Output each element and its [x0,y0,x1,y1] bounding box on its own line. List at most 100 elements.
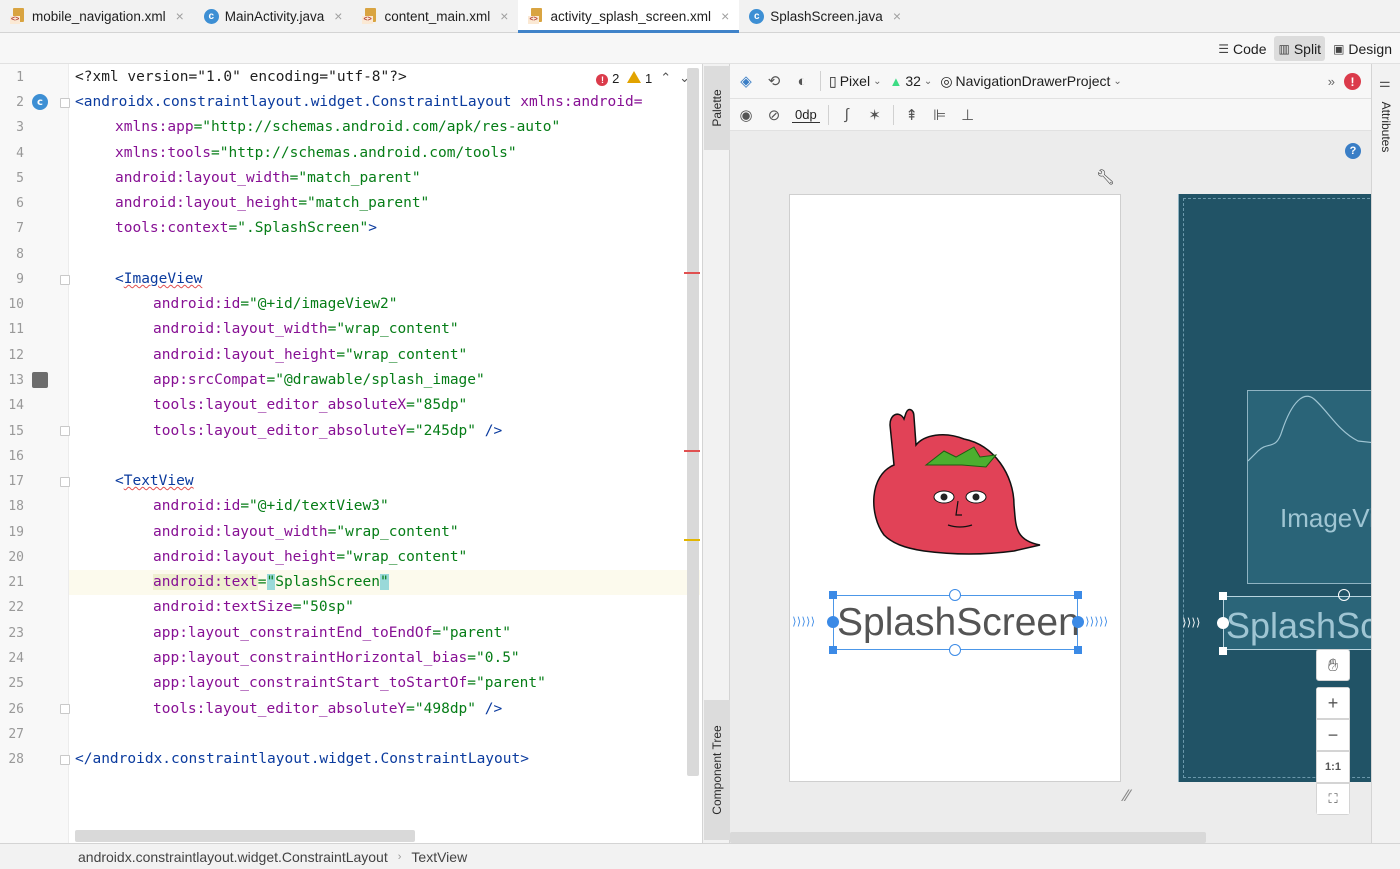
end-anchor-handle[interactable] [1072,616,1084,628]
device-preview[interactable]: SplashScreen ⟩⟩⟩⟩⟩ ⟩⟩⟩⟩⟩ [789,194,1121,782]
start-anchor-handle[interactable] [1217,617,1229,629]
line-number: 21 [8,575,24,590]
error-icon[interactable]: ! [1344,73,1361,90]
theme-dropdown[interactable]: ◎ NavigationDrawerProject ⌄ [940,73,1121,90]
close-icon[interactable]: × [500,8,508,24]
night-mode-icon[interactable]: ◐ [792,71,812,91]
start-anchor-handle[interactable] [827,616,839,628]
attributes-tab[interactable]: Attributes [1372,92,1400,162]
theme-icon: ◎ [940,72,953,89]
error-marker[interactable] [684,272,700,274]
layers-icon[interactable]: ◈ [736,71,756,91]
breadcrumb-item-textview[interactable]: TextView [411,849,467,865]
zoom-in-button[interactable]: + [1316,687,1350,719]
top-anchor-handle[interactable] [949,589,961,601]
attr-value: ="http://schemas.android.com/tools" [211,145,517,161]
resize-handle-top-left[interactable] [829,591,837,599]
clear-constraints-icon[interactable]: ∫ [837,105,857,125]
end-constraint-spring: ⟩⟩⟩⟩⟩ [1084,615,1109,628]
breadcrumb-item-constraint-layout[interactable]: androidx.constraintlayout.widget.Constra… [78,849,388,865]
resize-handle-bottom-left[interactable] [1219,647,1227,655]
attr-name: android:text [153,574,258,590]
code-line: android:layout_width="wrap_content" [69,317,700,342]
sliders-icon[interactable]: ⚌ [1379,76,1391,91]
code-area[interactable]: <?xml version="1.0" encoding="utf-8"?> <… [69,64,700,843]
tab-main-activity[interactable]: c MainActivity.java × [194,0,353,32]
blueprint-textview[interactable]: SplashScreen [1223,596,1371,650]
close-icon[interactable]: × [721,8,729,24]
phone-icon: ▯ [829,72,837,89]
guidelines-icon[interactable]: ⇞ [902,105,922,125]
tab-content-main[interactable]: <> content_main.xml × [352,0,518,32]
zoom-to-fit-button[interactable]: ⛶ [1316,783,1350,815]
code-mode-button[interactable]: ☰ Code [1214,36,1270,61]
split-mode-button[interactable]: ▥ Split [1274,36,1326,61]
close-icon[interactable]: × [176,8,184,24]
device-dropdown[interactable]: ▯ Pixel ⌄ [829,73,881,90]
code-view-icon: ☰ [1218,41,1230,56]
line-number: 25 [8,676,24,691]
resize-handle-top-right[interactable] [1074,591,1082,599]
eye-icon[interactable]: ◉ [736,105,756,125]
attr-name: android:layout_width [153,321,328,337]
more-options-icon[interactable]: » [1328,74,1335,89]
zoom-actual-size-button[interactable]: 1:1 [1316,751,1350,783]
image-preview-icon[interactable] [32,372,48,388]
attr-value: ="match_parent" [289,170,421,186]
component-tree-tab[interactable]: Component Tree [704,700,730,840]
error-count[interactable]: ! 2 [596,71,619,86]
inspection-widget[interactable]: ! 2 1 ⌃ ⌄ [596,70,690,86]
chevron-up-icon[interactable]: ⌃ [660,70,671,86]
scrollbar-thumb[interactable] [687,68,699,776]
error-marker[interactable] [684,450,700,452]
code-line: tools:layout_editor_absoluteY="498dp" /> [69,697,700,722]
resize-handle-top-left[interactable] [1219,592,1227,600]
align-icon[interactable]: ⊫ [930,105,950,125]
palette-tab[interactable]: Palette [704,66,730,150]
view-mode-bar: ☰ Code ▥ Split ▣ Design [0,33,1400,64]
code-editor[interactable]: 1 2 3 4 5 6 7 8 9 10 11 12 13 14 15 16 17 18 19 20 21 22 23 24 2… [0,64,700,843]
baseline-icon[interactable]: ⊥ [958,105,978,125]
magnet-icon[interactable]: ⊘ [764,105,784,125]
wrench-icon[interactable]: 🔧︎ [1096,168,1115,186]
tab-mobile-navigation[interactable]: <> mobile_navigation.xml × [0,0,194,32]
attr-name: android:layout_height [115,195,299,211]
bottom-anchor-handle[interactable] [949,644,961,656]
class-reference-icon[interactable]: c [32,94,48,110]
pan-hand-icon[interactable]: ✋︎ [1316,649,1350,681]
design-mode-button[interactable]: ▣ Design [1329,36,1396,61]
tab-label: MainActivity.java [224,8,325,24]
vertical-scrollbar[interactable] [684,64,700,843]
close-icon[interactable]: × [334,8,342,24]
xml-file-icon: <> [362,8,378,24]
blueprint-imageview[interactable]: ImageView [1247,390,1371,584]
design-horizontal-scrollbar[interactable] [730,832,1206,843]
start-constraint-spring: ⟩⟩⟩⟩ [1181,616,1201,629]
close-icon[interactable]: × [893,8,901,24]
tab-label: activity_splash_screen.xml [550,8,712,24]
horizontal-scrollbar[interactable] [75,830,415,842]
textview-tag: TextView [123,473,194,489]
zoom-out-button[interactable]: − [1316,719,1350,751]
code-line: android:layout_width="match_parent" [69,166,700,191]
top-anchor-handle[interactable] [1338,589,1350,601]
fit-screen-icon: ⛶ [1328,791,1338,806]
warning-count[interactable]: 1 [627,70,652,86]
resize-corner-icon[interactable]: ⁄⁄ [1124,786,1129,805]
code-mode-label: Code [1233,40,1267,57]
design-surface[interactable]: ◈ ⟲ ◐ ▯ Pixel ⌄ ▲ 32 ⌄ ◎ NavigationDrawerProj… [730,64,1371,843]
warning-marker[interactable] [684,539,700,541]
infer-constraints-icon[interactable]: ✶ [865,105,885,125]
tab-splash-screen-java[interactable]: c SplashScreen.java × [739,0,911,32]
selected-textview[interactable]: SplashScreen [833,595,1080,650]
orientation-icon[interactable]: ⟲ [764,71,784,91]
textview-preview-text: SplashScreen [837,601,1080,644]
resize-handle-bottom-left[interactable] [829,646,837,654]
splash-image[interactable] [864,405,1048,557]
default-margin-field[interactable]: 0dp [792,107,820,123]
resize-handle-bottom-right[interactable] [1074,646,1082,654]
help-icon[interactable]: ? [1345,143,1361,159]
api-dropdown[interactable]: ▲ 32 ⌄ [889,73,932,89]
line-number: 7 [16,221,24,236]
tab-activity-splash-screen[interactable]: <> activity_splash_screen.xml × [518,0,740,33]
